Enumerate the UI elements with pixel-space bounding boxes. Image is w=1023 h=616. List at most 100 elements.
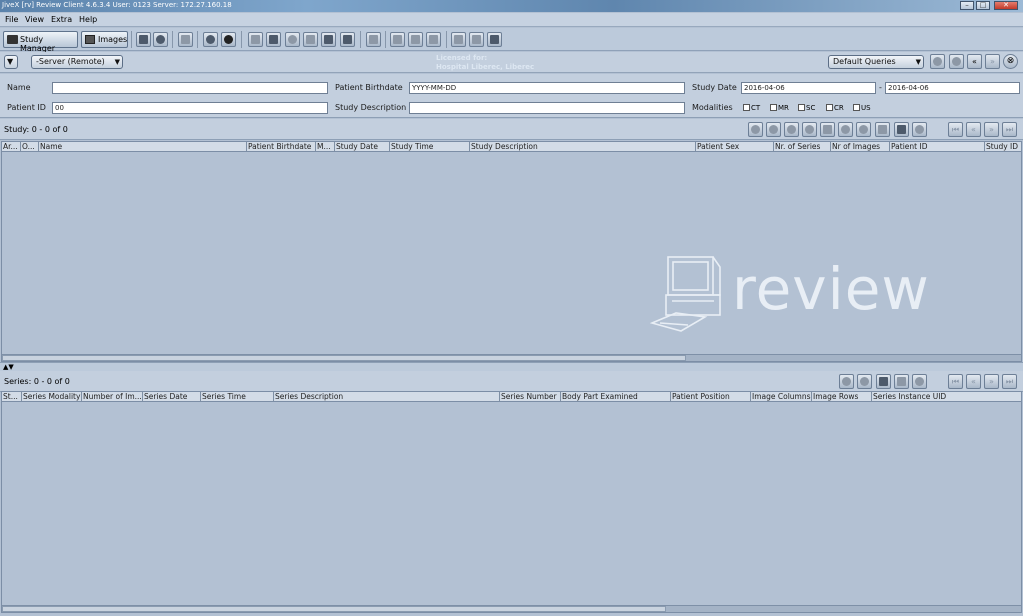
study-col-header[interactable]: M... (316, 142, 335, 151)
study-manager-button[interactable]: Study Manager (3, 31, 78, 53)
study-date-from-field[interactable]: 2016-04-06 (741, 82, 876, 94)
zoom-region-button[interactable] (303, 32, 318, 47)
study-col-header[interactable]: Study ID (985, 142, 1022, 151)
back-button[interactable]: « (967, 54, 982, 69)
series-first-page-button[interactable]: ⏮ (948, 374, 963, 389)
checkbox-ct[interactable] (743, 104, 750, 111)
export-button[interactable] (321, 32, 336, 47)
search-all-button[interactable] (949, 54, 964, 69)
series-next-page-button[interactable]: » (984, 374, 999, 389)
patient-id-field[interactable]: 00 (52, 102, 328, 114)
menu-view[interactable]: View (25, 15, 44, 24)
play-button[interactable] (451, 32, 466, 47)
study-delete-button[interactable] (820, 122, 835, 137)
server-select[interactable]: -Server (Remote) ▼ (31, 55, 123, 69)
series-merge-button[interactable] (912, 374, 927, 389)
patient-info-button[interactable] (221, 32, 236, 47)
menu-help[interactable]: Help (79, 15, 97, 24)
study-col-header[interactable]: Name (39, 142, 247, 151)
study-send-button[interactable] (766, 122, 781, 137)
burn-cd-button[interactable] (153, 32, 168, 47)
angle-button[interactable] (390, 32, 405, 47)
layout-1-button[interactable] (248, 32, 263, 47)
birthdate-field[interactable]: YYYY-MM-DD (409, 82, 685, 94)
series-col-header[interactable]: Series Date (143, 392, 201, 401)
checkbox-us[interactable] (853, 104, 860, 111)
menu-dropdown-button[interactable]: ▼ (4, 55, 18, 69)
series-col-header[interactable]: Image Columns (751, 392, 812, 401)
print-button[interactable] (340, 32, 355, 47)
series-prev-page-button[interactable]: « (966, 374, 981, 389)
series-delete-button[interactable] (894, 374, 909, 389)
study-col-header[interactable]: O... (21, 142, 39, 151)
close-button[interactable]: ✕ (994, 1, 1018, 10)
minimize-button[interactable]: – (960, 1, 974, 10)
layout-2-button[interactable] (266, 32, 281, 47)
maximize-button[interactable]: □ (976, 1, 990, 10)
menu-extra[interactable]: Extra (51, 15, 72, 24)
series-last-page-button[interactable]: ⏭ (1002, 374, 1017, 389)
study-import-button[interactable] (838, 122, 853, 137)
study-col-header[interactable]: Study Description (470, 142, 696, 151)
series-scroll-thumb[interactable] (2, 606, 666, 612)
series-col-header[interactable]: Series Modality (22, 392, 82, 401)
study-col-header[interactable]: Patient ID (890, 142, 985, 151)
preview-button[interactable] (203, 32, 218, 47)
menu-file[interactable]: File (5, 15, 18, 24)
forward-button[interactable]: » (985, 54, 1000, 69)
series-col-header[interactable]: Image Rows (812, 392, 872, 401)
study-preview-button[interactable] (748, 122, 763, 137)
measure-button[interactable] (408, 32, 423, 47)
series-report-button[interactable] (876, 374, 891, 389)
study-col-header[interactable]: Study Date (335, 142, 390, 151)
series-col-header[interactable]: Series Number (500, 392, 561, 401)
edit-button[interactable] (178, 32, 193, 47)
checkbox-cr[interactable] (826, 104, 833, 111)
series-horizontal-scrollbar[interactable] (2, 605, 1021, 612)
series-send-button[interactable] (857, 374, 872, 389)
name-field[interactable] (52, 82, 328, 94)
study-retrieve-button[interactable] (784, 122, 799, 137)
study-col-header[interactable]: Nr. of Series (774, 142, 831, 151)
study-merge-button[interactable] (912, 122, 927, 137)
zoom-button[interactable] (285, 32, 300, 47)
clear-button[interactable]: ⊗ (1003, 54, 1018, 69)
study-description-field[interactable] (409, 102, 685, 114)
study-scroll-thumb[interactable] (2, 355, 686, 361)
series-col-header[interactable]: Series Instance UID (872, 392, 1022, 401)
study-report-button[interactable] (894, 122, 909, 137)
images-button[interactable]: Images (81, 31, 128, 48)
study-col-header[interactable]: Ar... (2, 142, 21, 151)
queries-select[interactable]: Default Queries ▼ (828, 55, 924, 69)
series-col-header[interactable]: Series Time (201, 392, 274, 401)
study-col-header[interactable]: Nr of Images (831, 142, 890, 151)
study-col-header[interactable]: Patient Sex (696, 142, 774, 151)
tool-button[interactable] (366, 32, 381, 47)
series-col-header[interactable]: Number of Im... (82, 392, 143, 401)
splitter-arrows-icon[interactable]: ▲▼ (3, 363, 14, 371)
panel-splitter[interactable]: ▲▼ (0, 362, 1023, 371)
study-prev-page-button[interactable]: « (966, 122, 981, 137)
cine-button[interactable] (487, 32, 502, 47)
annotate-button[interactable] (426, 32, 441, 47)
checkbox-sc[interactable] (798, 104, 805, 111)
study-next-page-button[interactable]: » (984, 122, 999, 137)
checkbox-mr[interactable] (770, 104, 777, 111)
study-first-page-button[interactable]: ⏮ (948, 122, 963, 137)
search-button[interactable] (930, 54, 945, 69)
series-col-header[interactable]: St... (2, 392, 22, 401)
study-col-header[interactable]: Patient Birthdate (247, 142, 316, 151)
series-col-header[interactable]: Body Part Examined (561, 392, 671, 401)
study-forward-button[interactable] (875, 122, 890, 137)
series-col-header[interactable]: Series Description (274, 392, 500, 401)
series-preview-button[interactable] (839, 374, 854, 389)
study-horizontal-scrollbar[interactable] (2, 354, 1021, 361)
anonymize-button[interactable] (136, 32, 151, 47)
study-last-page-button[interactable]: ⏭ (1002, 122, 1017, 137)
study-download-button[interactable] (802, 122, 817, 137)
stop-button[interactable] (469, 32, 484, 47)
series-col-header[interactable]: Patient Position (671, 392, 751, 401)
study-col-header[interactable]: Study Time (390, 142, 470, 151)
study-export-button[interactable] (856, 122, 871, 137)
study-date-to-field[interactable]: 2016-04-06 (885, 82, 1020, 94)
